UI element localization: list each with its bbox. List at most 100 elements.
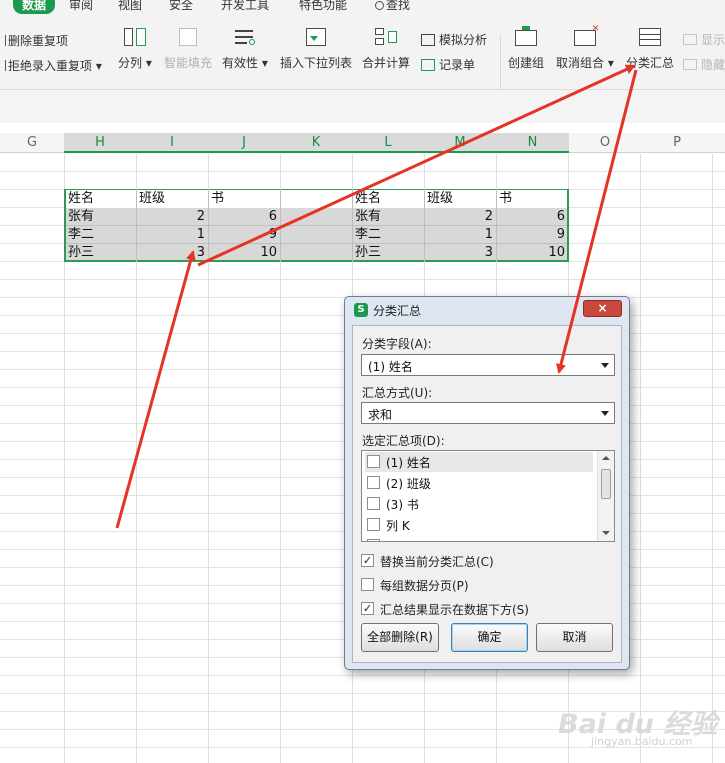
reject-duplicates-button[interactable]: 拒绝录入重复项 ▾ — [2, 57, 102, 74]
remove-duplicates-icon — [2, 35, 6, 46]
subtotal-items-label: 选定汇总项(D): — [362, 434, 445, 448]
page-break-checkbox[interactable] — [361, 578, 374, 591]
remove-duplicates-label: 删除重复项 — [8, 34, 69, 48]
what-if-analysis-button[interactable]: 模拟分析 — [421, 31, 487, 48]
list-item[interactable]: (3) 书 — [365, 494, 593, 514]
item-checkbox[interactable] — [367, 497, 380, 510]
show-detail-icon — [683, 34, 697, 45]
cell-name[interactable]: 李二 — [66, 226, 136, 244]
summary-below-checkbox[interactable]: ✓ — [361, 602, 374, 615]
dialog-title-bar[interactable]: S 分类汇总 × — [345, 297, 629, 323]
replace-current-checkbox[interactable]: ✓ — [361, 554, 374, 567]
cell-book[interactable]: 9 — [209, 226, 280, 244]
cell-book[interactable]: 9 — [497, 226, 567, 244]
subtotal-button[interactable]: 分类汇总 — [626, 28, 674, 71]
column-header-o[interactable]: O — [569, 133, 641, 153]
column-headers: G H I J K L M N O P — [0, 133, 725, 153]
function-select[interactable]: 求和 — [361, 402, 615, 424]
cell-header-book[interactable]: 书 — [497, 190, 567, 208]
ungroup-icon: ✕ — [573, 25, 599, 48]
close-button[interactable]: × — [583, 300, 622, 317]
hide-detail-button[interactable]: 隐藏 — [683, 56, 725, 73]
cell-name[interactable]: 孙三 — [66, 244, 136, 262]
cell-book[interactable]: 6 — [209, 208, 280, 226]
tab-data[interactable]: 数据 — [13, 0, 56, 14]
scroll-up-icon[interactable] — [602, 456, 610, 460]
cell-name[interactable]: 孙三 — [353, 244, 424, 262]
cell-book[interactable]: 10 — [497, 244, 567, 262]
ungroup-button[interactable]: ✕ 取消组合 ▾ — [556, 25, 614, 71]
list-scrollbar[interactable] — [597, 451, 614, 541]
flash-fill-icon — [176, 28, 200, 48]
column-header-h[interactable]: H — [64, 133, 136, 153]
tab-find[interactable]: 查找 — [375, 0, 410, 14]
consolidate-button[interactable]: 合并计算 — [362, 28, 410, 71]
cell-book[interactable]: 6 — [497, 208, 567, 226]
tab-view[interactable]: 视图 — [118, 0, 142, 14]
list-item[interactable] — [365, 536, 593, 541]
cell-header-name[interactable]: 姓名 — [66, 190, 136, 208]
cell-class[interactable]: 3 — [137, 244, 208, 262]
show-detail-label: 显示 — [701, 33, 725, 47]
what-if-icon — [421, 34, 435, 46]
data-validation-button[interactable]: 有效性 ▾ — [222, 28, 268, 71]
show-detail-button[interactable]: 显示 — [683, 31, 725, 48]
cell-header-book[interactable]: 书 — [209, 190, 280, 208]
cell-book[interactable]: 10 — [209, 244, 280, 262]
ok-button[interactable]: 确定 — [451, 623, 528, 652]
item-checkbox[interactable] — [367, 455, 380, 468]
cell-name[interactable]: 李二 — [353, 226, 424, 244]
cell-class[interactable]: 2 — [137, 208, 208, 226]
record-form-button[interactable]: 记录单 — [421, 56, 475, 73]
scroll-thumb[interactable] — [601, 469, 611, 499]
cell-class[interactable]: 1 — [425, 226, 496, 244]
cell-class[interactable]: 2 — [425, 208, 496, 226]
ribbon-tab-bar: 数据 审阅 视图 安全 开发工具 特色功能 查找 — [0, 0, 725, 14]
column-header-g[interactable]: G — [0, 133, 64, 153]
cancel-button[interactable]: 取消 — [536, 623, 613, 652]
cell-class[interactable]: 3 — [425, 244, 496, 262]
remove-all-button[interactable]: 全部删除(R) — [361, 623, 439, 652]
column-header-n[interactable]: N — [496, 133, 569, 153]
group-field-select[interactable]: (1) 姓名 — [361, 354, 615, 376]
cell-empty[interactable] — [281, 190, 352, 208]
flash-fill-button[interactable]: 智能填充 — [164, 28, 212, 71]
item-checkbox[interactable] — [367, 476, 380, 489]
column-header-j[interactable]: J — [208, 133, 280, 153]
function-value: 求和 — [368, 408, 393, 422]
tab-developer[interactable]: 开发工具 — [221, 0, 269, 14]
subtotal-items-list[interactable]: (1) 姓名 (2) 班级 (3) 书 列 K — [361, 450, 615, 542]
flash-fill-label: 智能填充 — [164, 56, 213, 70]
cell-name[interactable]: 张有 — [66, 208, 136, 226]
list-item[interactable]: 列 K — [365, 515, 593, 535]
remove-duplicates-button[interactable]: 删除重复项 — [2, 32, 68, 49]
column-header-m[interactable]: M — [424, 133, 496, 153]
column-header-k[interactable]: K — [280, 133, 352, 153]
insert-dropdown-button[interactable]: 插入下拉列表 — [280, 28, 352, 71]
column-header-p[interactable]: P — [641, 133, 713, 153]
split-column-button[interactable]: 分列 ▾ — [118, 28, 152, 71]
list-item-label: (3) 书 — [386, 498, 419, 512]
dialog-title: 分类汇总 — [373, 304, 422, 318]
item-checkbox[interactable] — [367, 518, 380, 531]
list-item-label: (2) 班级 — [386, 477, 431, 491]
group-field-label: 分类字段(A): — [362, 337, 432, 351]
column-header-i[interactable]: I — [136, 133, 208, 153]
item-checkbox[interactable] — [367, 539, 380, 541]
list-item[interactable]: (2) 班级 — [365, 473, 593, 493]
cell-header-class[interactable]: 班级 — [137, 190, 208, 208]
hide-detail-icon — [683, 59, 697, 70]
cell-header-name[interactable]: 姓名 — [353, 190, 424, 208]
create-group-label: 创建组 — [508, 56, 545, 70]
create-group-button[interactable]: 创建组 — [508, 26, 545, 71]
chevron-down-icon — [601, 411, 609, 416]
tab-security[interactable]: 安全 — [169, 0, 193, 14]
list-item[interactable]: (1) 姓名 — [365, 452, 593, 472]
tab-review[interactable]: 审阅 — [69, 0, 93, 14]
cell-class[interactable]: 1 — [137, 226, 208, 244]
cell-name[interactable]: 张有 — [353, 208, 424, 226]
cell-header-class[interactable]: 班级 — [425, 190, 496, 208]
scroll-down-icon[interactable] — [602, 531, 610, 535]
column-header-l[interactable]: L — [352, 133, 424, 153]
tab-special-features[interactable]: 特色功能 — [299, 0, 347, 14]
